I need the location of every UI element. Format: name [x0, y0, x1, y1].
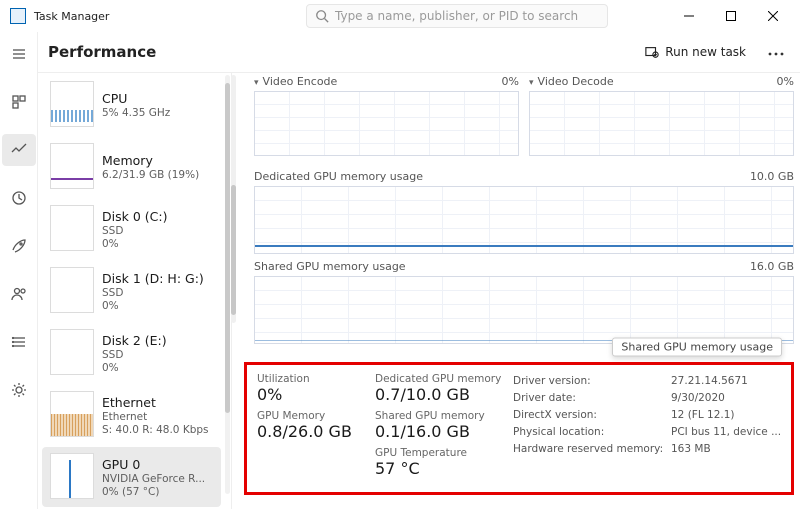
cpu-mini-chart: [50, 81, 94, 127]
sidebar-item-cpu[interactable]: CPU 5% 4.35 GHz: [42, 75, 221, 135]
stat-value: 9/30/2020: [671, 390, 781, 407]
sidebar-item-sub2: S: 40.0 R: 48.0 Kbps: [102, 424, 209, 436]
nav-rail: [0, 32, 38, 509]
disk-mini-chart: [50, 205, 94, 251]
nav-app-history[interactable]: [2, 182, 36, 214]
detail-pane: ▾ Video Encode 0% ▾ Video Decode 0%: [232, 73, 800, 509]
sidebar-item-disk0[interactable]: Disk 0 (C:) SSD 0%: [42, 199, 221, 259]
stat-label: GPU Memory: [257, 410, 367, 422]
sidebar-item-disk1[interactable]: Disk 1 (D: H: G:) SSD 0%: [42, 261, 221, 321]
disk-mini-chart: [50, 267, 94, 313]
disk-mini-chart: [50, 329, 94, 375]
chart-value: 0%: [502, 75, 519, 88]
ethernet-mini-chart: [50, 391, 94, 437]
stat-label: DirectX version:: [513, 407, 663, 424]
sidebar-item-sub: SSD: [102, 349, 167, 361]
chart-tooltip: Shared GPU memory usage: [612, 338, 782, 357]
sidebar-item-ethernet[interactable]: Ethernet Ethernet S: 40.0 R: 48.0 Kbps: [42, 385, 221, 445]
run-new-task-button[interactable]: Run new task: [637, 41, 754, 63]
global-search[interactable]: Type a name, publisher, or PID to search: [306, 4, 608, 28]
window-maximize-button[interactable]: [710, 4, 752, 28]
sidebar-item-sub: Ethernet: [102, 411, 209, 423]
stat-value: 0%: [257, 385, 367, 404]
stat-label: Hardware reserved memory:: [513, 441, 663, 458]
resource-sidebar: CPU 5% 4.35 GHz Memory 6.2/31.9 GB (19%)…: [38, 73, 232, 509]
sidebar-scrollbar[interactable]: [224, 73, 231, 509]
sidebar-item-sub: NVIDIA GeForce R...: [102, 473, 205, 485]
stat-value: 0.1/16.0 GB: [375, 422, 505, 441]
search-placeholder: Type a name, publisher, or PID to search: [335, 9, 578, 23]
sidebar-item-memory[interactable]: Memory 6.2/31.9 GB (19%): [42, 137, 221, 197]
page-title: Performance: [48, 43, 156, 61]
sidebar-item-disk2[interactable]: Disk 2 (E:) SSD 0%: [42, 323, 221, 383]
stat-value: 27.21.14.5671: [671, 373, 781, 390]
sidebar-item-sub2: 0%: [102, 238, 167, 250]
nav-hamburger[interactable]: [2, 38, 36, 70]
chart-value: 0%: [777, 75, 794, 88]
stat-value: 57 °C: [375, 459, 505, 478]
sidebar-item-sub2: 0%: [102, 362, 167, 374]
stat-label: Shared GPU memory: [375, 410, 505, 422]
chart-title: Video Decode: [538, 75, 614, 88]
sidebar-item-label: CPU: [102, 91, 170, 106]
detail-scrollbar[interactable]: [231, 75, 238, 323]
window-close-button[interactable]: [752, 4, 794, 28]
chart-video-encode[interactable]: ▾ Video Encode 0%: [254, 75, 519, 156]
sidebar-item-sub: SSD: [102, 225, 167, 237]
search-icon: [315, 9, 329, 23]
chevron-down-icon: ▾: [529, 78, 534, 88]
gpu-stats-highlight: Utilization 0% GPU Memory 0.8/26.0 GB De…: [244, 362, 794, 495]
chart-title: Video Encode: [263, 75, 338, 88]
stat-label: Driver date:: [513, 390, 663, 407]
more-options-button[interactable]: [768, 45, 784, 59]
sidebar-item-sub: SSD: [102, 287, 204, 299]
stat-value: 0.8/26.0 GB: [257, 422, 367, 441]
stat-label: Driver version:: [513, 373, 663, 390]
sidebar-item-sub2: 0%: [102, 300, 204, 312]
stat-value: 163 MB: [671, 441, 781, 458]
stat-value: PCI bus 11, device ...: [671, 424, 781, 441]
sidebar-item-label: Disk 2 (E:): [102, 333, 167, 348]
chart-title: Shared GPU memory usage: [254, 260, 406, 273]
run-task-icon: [645, 45, 659, 59]
stat-label: GPU Temperature: [375, 447, 505, 459]
sidebar-item-sub: 5% 4.35 GHz: [102, 107, 170, 119]
stat-label: Dedicated GPU memory: [375, 373, 505, 385]
section-header: Performance Run new task: [38, 32, 800, 73]
sidebar-item-label: GPU 0: [102, 457, 205, 472]
stat-value: 0.7/10.0 GB: [375, 385, 505, 404]
sidebar-item-label: Memory: [102, 153, 199, 168]
window-minimize-button[interactable]: [668, 4, 710, 28]
memory-mini-chart: [50, 143, 94, 189]
stat-label: Physical location:: [513, 424, 663, 441]
sidebar-item-gpu0[interactable]: GPU 0 NVIDIA GeForce R... 0% (57 °C): [42, 447, 221, 507]
sidebar-item-sub2: 0% (57 °C): [102, 486, 205, 498]
app-icon: [10, 8, 26, 24]
chart-shared-gpu[interactable]: [254, 276, 794, 344]
chart-max: 16.0 GB: [750, 260, 794, 273]
gpu-mini-chart: [50, 453, 94, 499]
chart-video-decode[interactable]: ▾ Video Decode 0%: [529, 75, 794, 156]
app-title: Task Manager: [34, 10, 109, 23]
chevron-down-icon: ▾: [254, 78, 259, 88]
chart-title: Dedicated GPU memory usage: [254, 170, 423, 183]
nav-services[interactable]: [2, 374, 36, 406]
sidebar-item-label: Ethernet: [102, 395, 209, 410]
sidebar-item-label: Disk 0 (C:): [102, 209, 167, 224]
chart-dedicated-gpu[interactable]: [254, 186, 794, 254]
run-new-task-label: Run new task: [665, 45, 746, 59]
nav-users[interactable]: [2, 278, 36, 310]
nav-startup[interactable]: [2, 230, 36, 262]
stat-value: 12 (FL 12.1): [671, 407, 781, 424]
nav-details[interactable]: [2, 326, 36, 358]
nav-processes[interactable]: [2, 86, 36, 118]
sidebar-item-label: Disk 1 (D: H: G:): [102, 271, 204, 286]
more-icon: [768, 52, 784, 56]
chart-max: 10.0 GB: [750, 170, 794, 183]
window-titlebar: Task Manager Type a name, publisher, or …: [0, 0, 800, 32]
stat-label: Utilization: [257, 373, 367, 385]
sidebar-item-sub: 6.2/31.9 GB (19%): [102, 169, 199, 181]
nav-performance[interactable]: [2, 134, 36, 166]
